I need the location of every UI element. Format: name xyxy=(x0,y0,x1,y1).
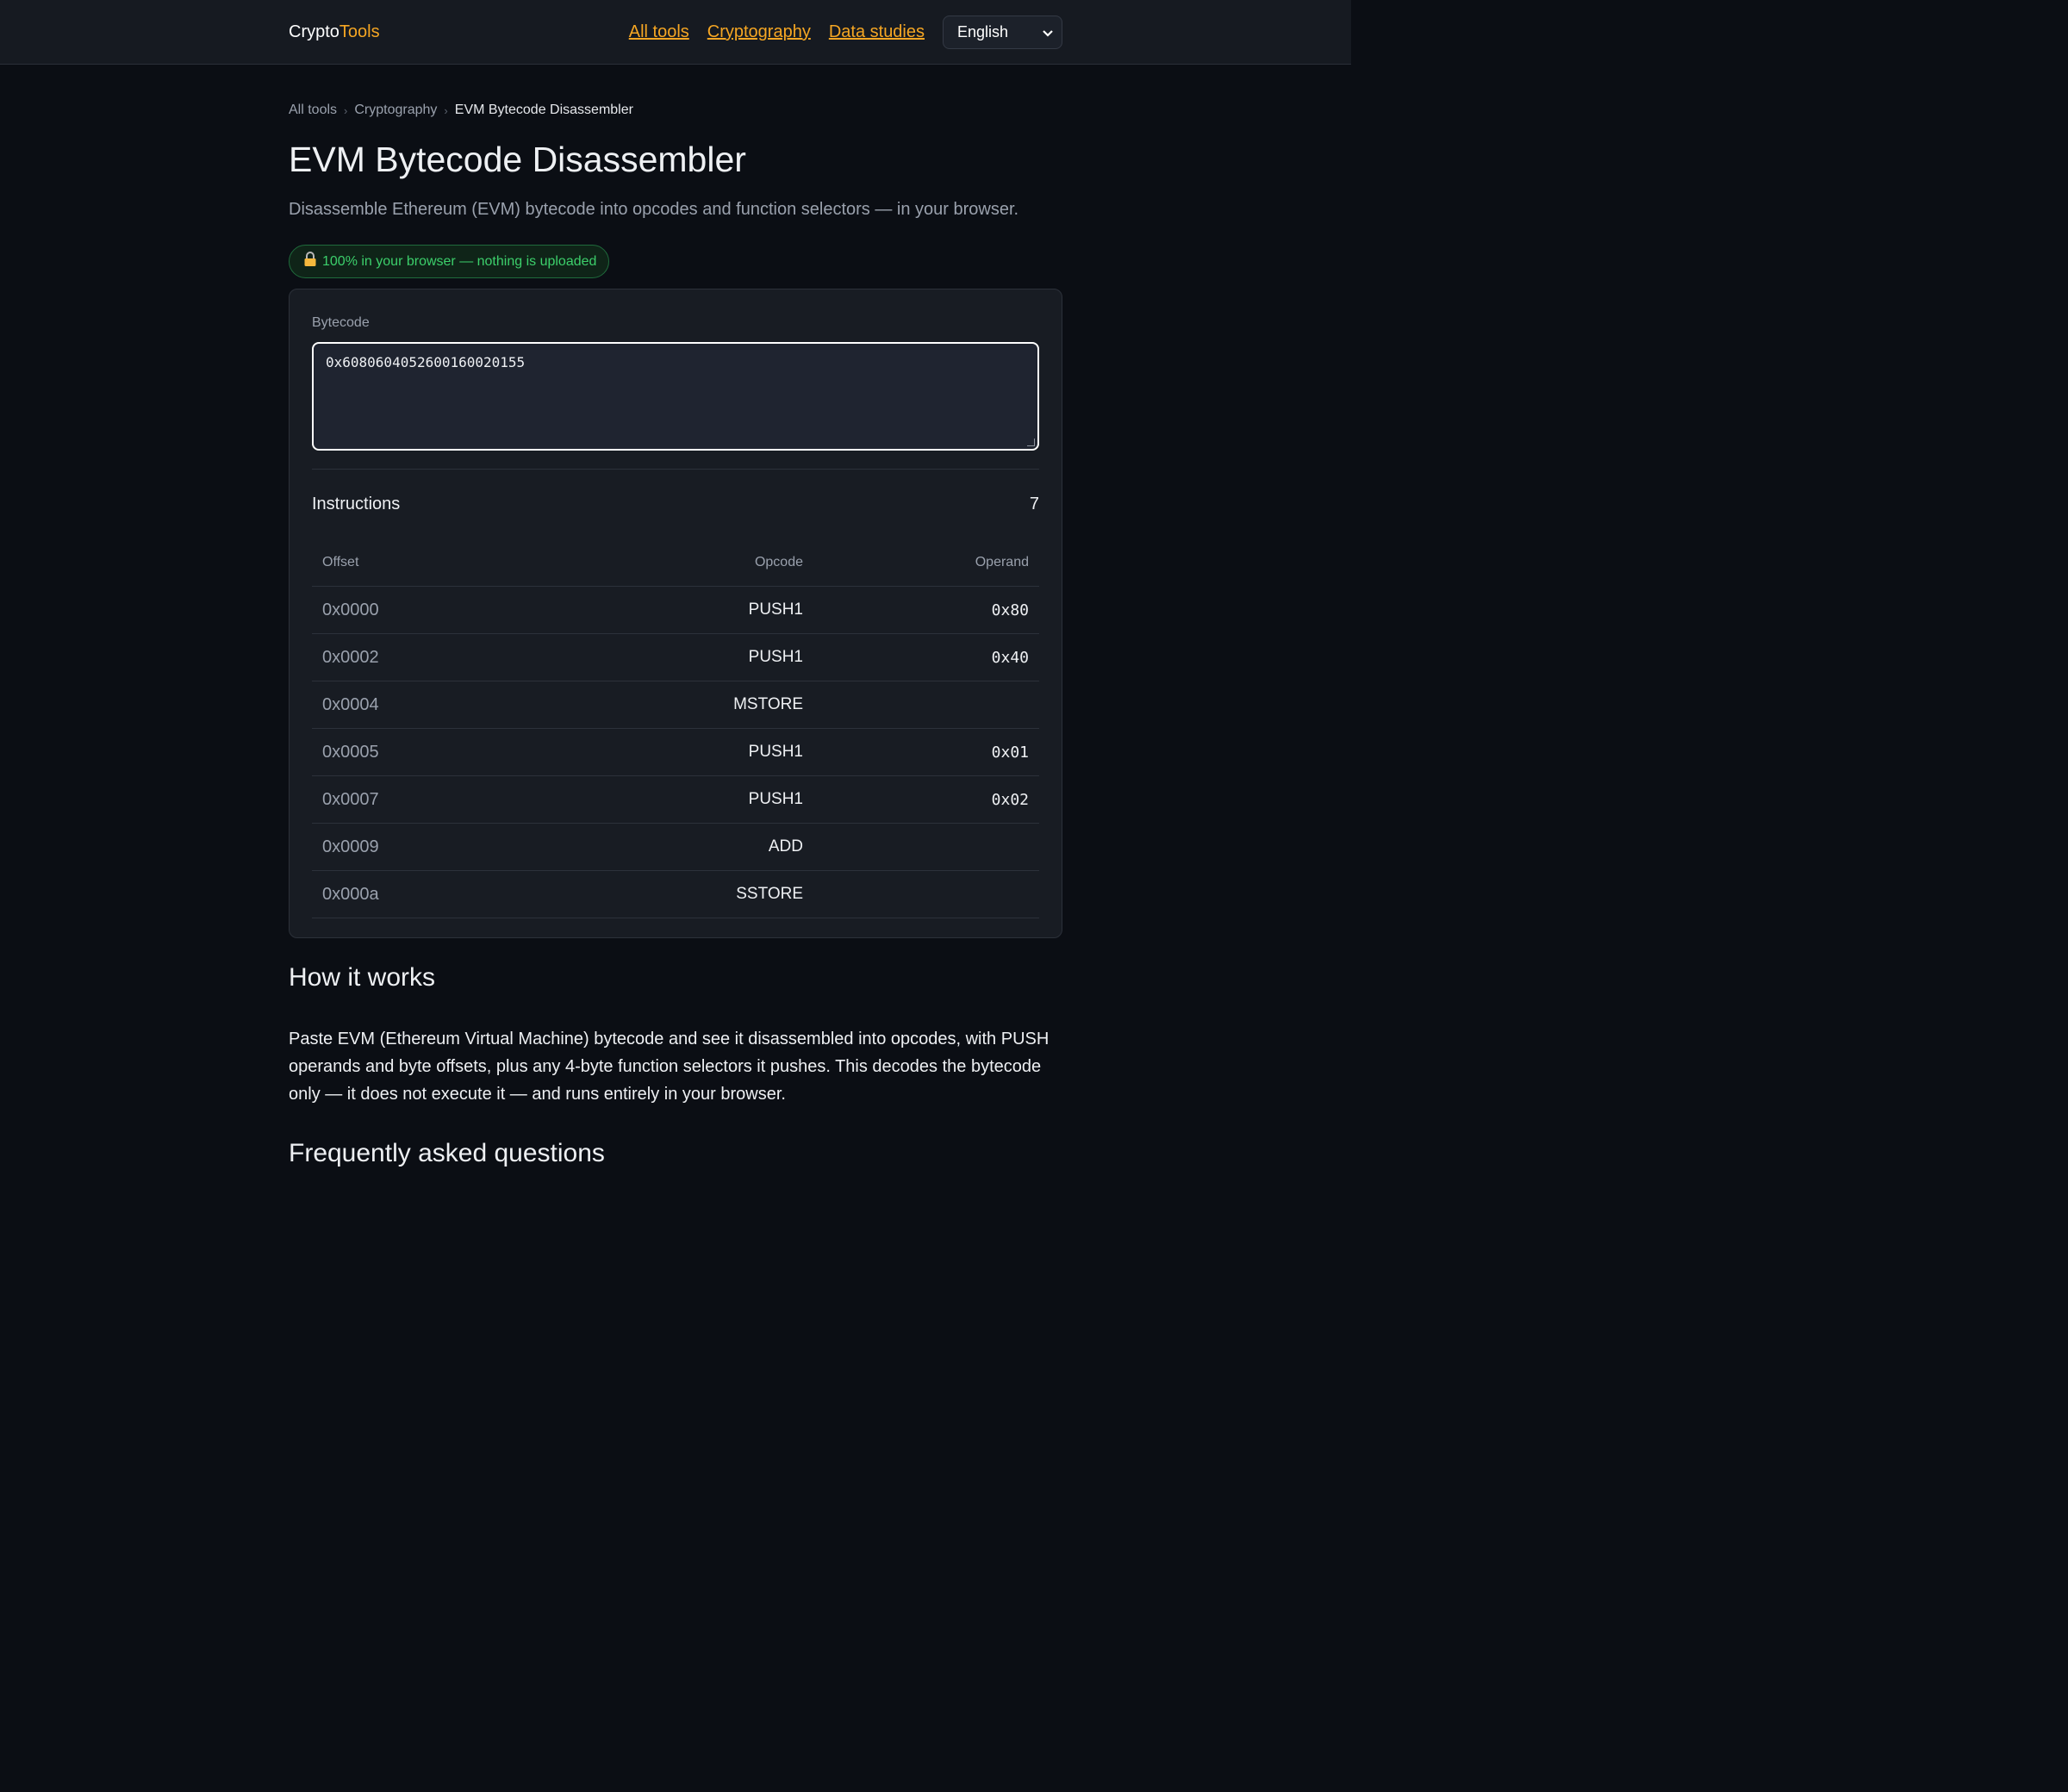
table-row: 0x0005 PUSH1 0x01 xyxy=(312,729,1039,776)
table-row: 0x0004 MSTORE xyxy=(312,681,1039,729)
chevron-down-icon xyxy=(1043,26,1053,40)
cell-offset: 0x0005 xyxy=(322,742,379,762)
instructions-table: Offset Opcode Operand 0x0000 PUSH1 0x80 … xyxy=(312,539,1039,918)
faq-heading: Frequently asked questions xyxy=(289,1139,605,1167)
cell-opcode: PUSH1 xyxy=(748,743,803,761)
cell-offset: 0x0000 xyxy=(322,600,379,619)
instructions-count: 7 xyxy=(1029,495,1039,513)
top-navigation-bar: CryptoTools All tools Cryptography Data … xyxy=(0,0,1351,65)
table-row: 0x0002 PUSH1 0x40 xyxy=(312,634,1039,681)
cell-offset: 0x0009 xyxy=(322,837,379,856)
how-it-works-text: Paste EVM (Ethereum Virtual Machine) byt… xyxy=(289,1030,1050,1104)
cell-offset: 0x0007 xyxy=(322,789,379,809)
brand-main: Crypto xyxy=(289,22,339,41)
cell-opcode: MSTORE xyxy=(733,695,803,713)
cell-opcode: ADD xyxy=(768,837,803,856)
table-row: 0x0007 PUSH1 0x02 xyxy=(312,776,1039,824)
chevron-right-icon: › xyxy=(444,103,448,117)
column-header-opcode: Opcode xyxy=(754,555,803,569)
cell-operand: 0x80 xyxy=(991,600,1029,619)
cell-operand: 0x02 xyxy=(991,790,1029,809)
resize-handle-icon[interactable] xyxy=(1027,439,1035,446)
bytecode-label: Bytecode xyxy=(312,315,370,330)
privacy-badge-text: 100% in your browser — nothing is upload… xyxy=(322,253,597,269)
bytecode-input-value: 0x6080604052600160020155 xyxy=(326,354,526,370)
divider xyxy=(312,469,1039,470)
language-select[interactable]: English xyxy=(943,16,1062,49)
cell-operand: 0x01 xyxy=(991,743,1029,762)
column-header-operand: Operand xyxy=(975,555,1029,569)
table-row: 0x0000 PUSH1 0x80 xyxy=(312,587,1039,634)
breadcrumb-all-tools[interactable]: All tools xyxy=(289,103,337,118)
instructions-label: Instructions xyxy=(312,495,401,513)
how-it-works-heading: How it works xyxy=(289,963,436,992)
breadcrumb: All tools › Cryptography › EVM Bytecode … xyxy=(289,103,1062,118)
cell-offset: 0x000a xyxy=(322,884,379,904)
cell-offset: 0x0002 xyxy=(322,647,379,667)
breadcrumb-cryptography[interactable]: Cryptography xyxy=(354,103,437,118)
bytecode-input[interactable]: 0x6080604052600160020155 xyxy=(312,342,1039,451)
column-header-offset: Offset xyxy=(322,555,359,569)
cell-offset: 0x0004 xyxy=(322,694,379,714)
nav-link-cryptography[interactable]: Cryptography xyxy=(707,22,811,42)
nav-link-data-studies[interactable]: Data studies xyxy=(829,22,925,42)
site-logo[interactable]: CryptoTools xyxy=(289,22,380,42)
language-select-value: English xyxy=(957,23,1009,40)
page-subtitle: Disassemble Ethereum (EVM) bytecode into… xyxy=(289,200,1019,219)
lock-icon xyxy=(303,252,317,271)
main-nav: All tools Cryptography Data studies Engl… xyxy=(629,16,1062,49)
chevron-right-icon: › xyxy=(344,103,348,117)
cell-operand: 0x40 xyxy=(991,648,1029,667)
brand-accent: Tools xyxy=(339,22,380,41)
cell-opcode: PUSH1 xyxy=(748,790,803,808)
nav-link-all-tools[interactable]: All tools xyxy=(629,22,689,42)
table-header: Offset Opcode Operand xyxy=(312,539,1039,587)
privacy-badge: 100% in your browser — nothing is upload… xyxy=(289,245,610,278)
cell-opcode: SSTORE xyxy=(736,885,803,903)
tool-card: Bytecode 0x6080604052600160020155 Instru… xyxy=(289,289,1062,938)
breadcrumb-current: EVM Bytecode Disassembler xyxy=(454,103,633,117)
table-row: 0x0009 ADD xyxy=(312,824,1039,871)
instructions-header: Instructions 7 xyxy=(312,495,1039,514)
page-title: EVM Bytecode Disassembler xyxy=(289,140,746,179)
table-row: 0x000a SSTORE xyxy=(312,871,1039,918)
cell-opcode: PUSH1 xyxy=(748,600,803,619)
cell-opcode: PUSH1 xyxy=(748,648,803,666)
